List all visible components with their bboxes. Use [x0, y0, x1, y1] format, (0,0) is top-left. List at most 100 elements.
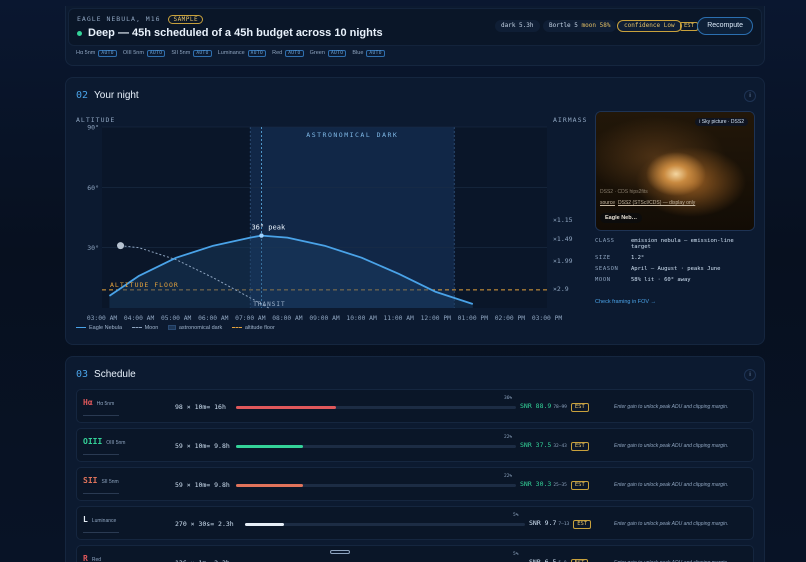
filter-auto-badge[interactable]: AUTO — [366, 50, 385, 57]
snr-range: 25–35 — [553, 483, 567, 488]
snr-text: SNR 6.5 — [529, 558, 557, 562]
exposure-plan: 98 × 10m= 16h — [175, 403, 226, 411]
fact-value: emission nebula — emission-line target — [631, 238, 734, 250]
time-share-percent: 5% — [513, 513, 519, 518]
filter-label: Green — [309, 50, 325, 56]
fact-key: CLASS — [595, 238, 615, 244]
time-tick-label: 11:00 AM — [383, 315, 414, 322]
time-tick-label: 06:00 AM — [198, 315, 229, 322]
moon-marker — [117, 242, 125, 250]
astronomical-dark-label: ASTRONOMICAL DARK — [306, 131, 398, 139]
altitude-tick-label: 30° — [87, 244, 99, 252]
altitude-floor-label: ALTITUDE FLOOR — [110, 281, 179, 289]
time-tick-label: 10:00 AM — [346, 315, 377, 322]
transit-label: TRANSIT — [253, 301, 285, 308]
sky-target-name: Eagle Neb… — [600, 213, 643, 223]
est-badge: EST — [680, 22, 698, 31]
filter-code-text: SII — [83, 476, 98, 485]
airmass-tick-label: ×1.15 — [553, 216, 573, 224]
time-share-bar — [236, 445, 516, 448]
snr-text: SNR 9.7 — [529, 519, 557, 527]
filter-auto-badge[interactable]: AUTO — [285, 50, 304, 57]
section-title-text: Your night — [94, 90, 139, 101]
filter-list: Hα 5nm AUTO OIII 5nm AUTO SII 5nm AUTO Luminan… — [76, 50, 391, 57]
schedule-row: Hα Hα 5nm 98 × 10m= 16h 36% SNR 88.9 78–99 EST… — [76, 389, 754, 423]
filter-code: L Luminance — [83, 515, 116, 524]
filter-code-text: L — [83, 515, 88, 524]
filter-label: Red — [272, 50, 283, 56]
time-tick-label: 08:00 AM — [272, 315, 303, 322]
fact-row: MOON 58% lit · 60° away — [595, 277, 755, 283]
target-label: EAGLE NEBULA, M16 — [77, 15, 161, 23]
page: { "header": { "target": "EAGLE NEBULA, M… — [0, 0, 806, 562]
time-tick-label: 05:00 AM — [161, 315, 192, 322]
section-number: 02 — [76, 90, 89, 101]
snr-value: SNR 9.7 7–13 EST — [529, 519, 592, 529]
filter-code: R Red — [83, 554, 101, 562]
time-share-fill — [245, 523, 285, 526]
bortle-moon-chip: Bortle 5 moon 58% — [543, 20, 617, 32]
filter-code-text: OIII — [83, 437, 103, 446]
filter-label: Luminance — [217, 50, 245, 56]
filter-auto-badge[interactable]: AUTO — [193, 50, 212, 57]
schedule-row: SII SII 5nm 59 × 10m= 9.8h 22% SNR 30.3 25–35… — [76, 467, 754, 501]
snr-range: 32–43 — [553, 444, 567, 449]
time-share-bar — [236, 484, 516, 487]
snr-value: SNR 88.9 78–99 EST — [520, 402, 589, 412]
filter-auto-badge[interactable]: AUTO — [98, 50, 117, 57]
target-name: EAGLE NEBULA, M16 SAMPLE — [77, 15, 204, 24]
filter-code: SII SII 5nm — [83, 476, 119, 485]
schedule-row: OIII OIII 5nm 59 × 10m= 9.8h 22% SNR 37.5 32–… — [76, 428, 754, 462]
status-dot-icon — [77, 30, 82, 36]
est-badge: EST — [570, 403, 589, 412]
info-button[interactable]: i — [744, 369, 756, 381]
source-label: source — [600, 200, 616, 206]
dark-hours-chip: dark 5.3h — [495, 20, 540, 32]
filter-auto-badge[interactable]: AUTO — [146, 50, 166, 57]
filter-auto-badge[interactable]: AUTO — [247, 50, 267, 57]
time-tick-label: 03:00 PM — [532, 315, 563, 322]
target-facts: CLASS emission nebula — emission-line tar… — [595, 238, 755, 288]
time-tick-label: 04:00 AM — [124, 315, 155, 322]
filter-name: Luminance — [91, 518, 117, 524]
filter-name: OIII 5nm — [106, 440, 126, 446]
altitude-tick-label: 60° — [87, 184, 99, 192]
sky-picture[interactable]: i Sky picture · DSS2 DSS2 · CDS hips2fit… — [595, 111, 755, 231]
legend-label: Moon — [144, 325, 159, 331]
filter-code-text: Hα — [83, 398, 93, 407]
fact-value: 58% lit · 60° away — [631, 277, 691, 283]
schedule-row: RRed136 × 1m= 2.3h5%SNR 6.55–8ESTEnter g… — [76, 545, 754, 562]
filter-label: Hα 5nm — [76, 50, 96, 56]
legend-item-target: Eagle Nebula — [76, 325, 122, 331]
check-framing-link[interactable]: Check framing in FOV → — [595, 299, 656, 305]
airmass-tick-label: ×1.99 — [553, 257, 573, 265]
recompute-button[interactable]: Recompute — [697, 17, 753, 35]
gain-note: Enter gain to unlock peak ADU and clippi… — [614, 482, 729, 488]
section-number: 03 — [76, 369, 89, 380]
airmass-tick-label: ×2.9 — [553, 285, 569, 293]
scroll-indicator[interactable] — [330, 550, 350, 554]
sparkline-icon — [83, 490, 119, 494]
fact-key: MOON — [595, 277, 611, 283]
filter-label: SII 5nm — [171, 50, 191, 56]
peak-marker — [259, 233, 264, 238]
peak-label: 36° peak — [251, 224, 286, 232]
sky-meta: DSS2 · CDS hips2fits — [600, 189, 648, 195]
time-share-percent: 22% — [504, 435, 513, 440]
time-share-percent: 5% — [513, 552, 519, 557]
time-share-fill — [236, 445, 303, 448]
dashed-swatch-icon — [131, 327, 142, 329]
time-share-percent: 36% — [504, 396, 513, 401]
time-tick-label: 12:00 PM — [421, 315, 452, 322]
exposure-plan: 59 × 10m= 9.8h — [175, 481, 230, 489]
time-tick-label: 02:00 PM — [495, 315, 526, 322]
source-link[interactable]: DSS2 (STScI/CDS) — display only — [618, 200, 695, 206]
info-button[interactable]: i — [744, 90, 756, 102]
filter-auto-badge[interactable]: AUTO — [327, 50, 347, 57]
area-swatch-icon — [167, 325, 176, 331]
schedule-row: L Luminance 270 × 30s= 2.3h 5% SNR 9.7 7–13 ES… — [76, 506, 754, 540]
sparkline-icon — [83, 412, 119, 416]
fact-value: 1.2° — [631, 255, 645, 261]
filter-code: Hα Hα 5nm — [83, 398, 114, 407]
filter-label: OIII 5nm — [122, 50, 144, 56]
